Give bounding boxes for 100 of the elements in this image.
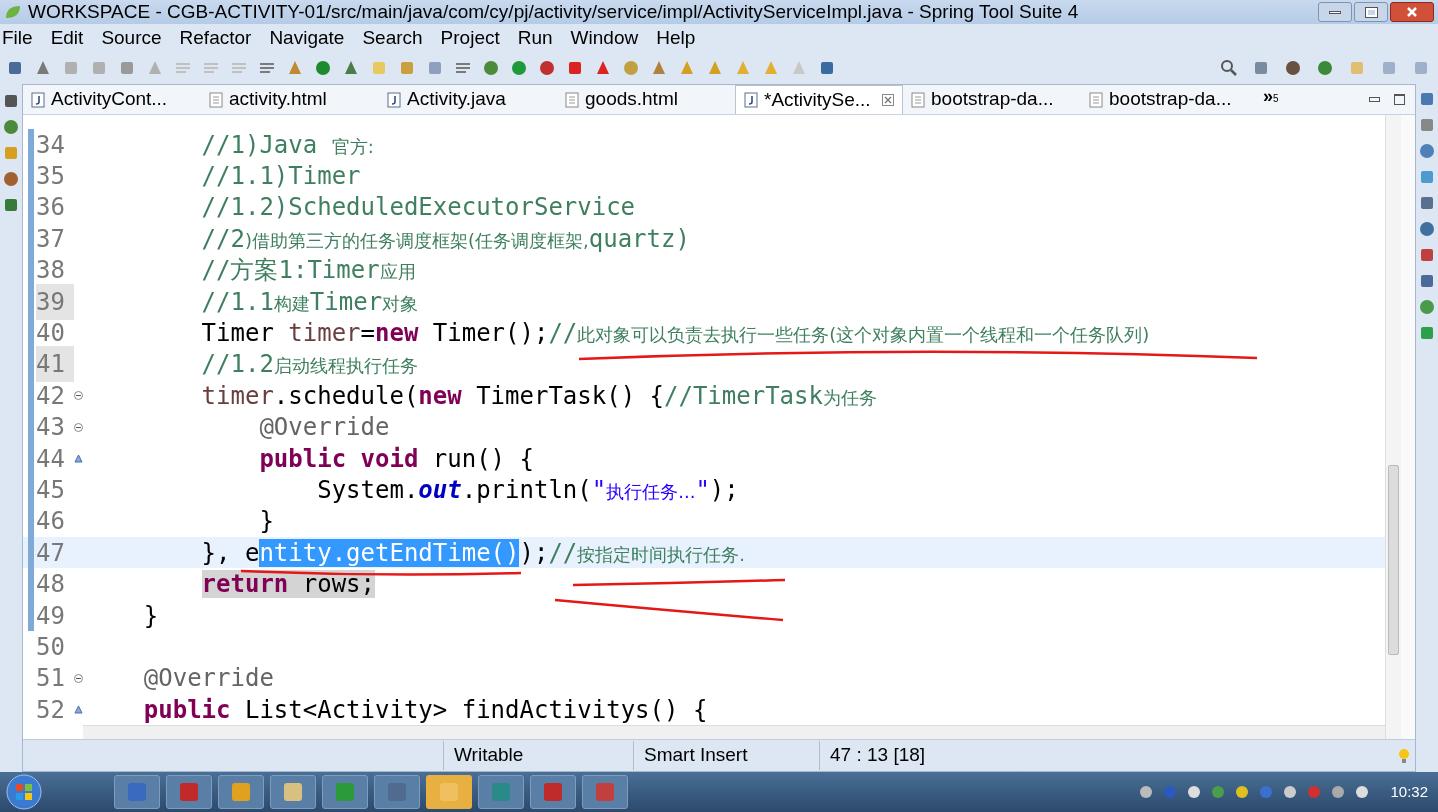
- toolbar-icon[interactable]: [1418, 194, 1436, 212]
- tray-icon[interactable]: [1330, 784, 1347, 800]
- start-button[interactable]: [4, 773, 44, 811]
- taskbar-app-button[interactable]: [530, 775, 576, 809]
- taskbar-app-button[interactable]: [114, 775, 160, 809]
- override-icon: [74, 705, 83, 715]
- taskbar-app-button[interactable]: [322, 775, 368, 809]
- tray-icon[interactable]: [1234, 784, 1251, 800]
- toolbar-icon[interactable]: [1418, 298, 1436, 316]
- toolbar-icon[interactable]: [34, 59, 52, 77]
- code-line: public List<Activity> findActivitys() {: [142, 694, 708, 726]
- close-button[interactable]: [1390, 2, 1434, 22]
- toolbar-icon[interactable]: [1418, 142, 1436, 160]
- file-icon: [911, 91, 925, 108]
- tray-icon[interactable]: [1186, 784, 1203, 800]
- toolbar-icon[interactable]: [1418, 246, 1436, 264]
- toolbar-icon[interactable]: [2, 92, 20, 110]
- taskbar-app-button[interactable]: [166, 775, 212, 809]
- editor-tab[interactable]: activity.html: [201, 85, 379, 114]
- maximize-icon[interactable]: [1394, 94, 1405, 105]
- restore-button[interactable]: [1354, 2, 1388, 22]
- toolbar-icon[interactable]: [594, 59, 612, 77]
- toolbar-icon[interactable]: [1418, 324, 1436, 342]
- line-number: 45: [36, 475, 66, 506]
- toolbar-icon[interactable]: [482, 59, 500, 77]
- line-number: 35: [36, 161, 66, 193]
- taskbar-app-button[interactable]: [478, 775, 524, 809]
- search-icon[interactable]: [1220, 59, 1238, 77]
- taskbar-app-button[interactable]: [374, 775, 420, 809]
- line-number: 44: [36, 443, 66, 475]
- toolbar-icon[interactable]: [818, 59, 836, 77]
- taskbar-app-button[interactable]: [582, 775, 628, 809]
- toolbar-icon[interactable]: [2, 170, 20, 188]
- line-number: 52: [36, 694, 66, 726]
- code-line: //2)借助第三方的任务调度框架(任务调度框架,quartz): [200, 223, 690, 255]
- code-line: @Override: [142, 663, 274, 695]
- toolbar-icon[interactable]: [1418, 168, 1436, 186]
- fold-icon[interactable]: [74, 391, 83, 401]
- line-number: 36: [36, 192, 66, 224]
- fold-icon[interactable]: [74, 673, 83, 683]
- editor-tab[interactable]: ActivityCont...: [23, 85, 201, 114]
- menu-item[interactable]: Project: [440, 23, 500, 53]
- editor-tab[interactable]: goods.html: [557, 85, 735, 114]
- taskbar-app-button[interactable]: [270, 775, 316, 809]
- minimize-button[interactable]: [1318, 2, 1352, 22]
- menu-item[interactable]: Search: [362, 23, 423, 53]
- file-icon: [209, 91, 223, 108]
- toolbar-icon[interactable]: [1316, 59, 1334, 77]
- toolbar-icon[interactable]: [342, 59, 360, 77]
- toolbar-icon[interactable]: [1418, 116, 1436, 134]
- toolbar-icon[interactable]: [1252, 59, 1270, 77]
- more-tabs-button[interactable]: »5: [1263, 87, 1279, 114]
- menu-item[interactable]: Source: [101, 23, 162, 53]
- code-line: //1.2)ScheduledExecutorService: [200, 192, 636, 224]
- menu-item[interactable]: Help: [656, 23, 696, 53]
- toolbar-icon[interactable]: [314, 59, 332, 77]
- line-number: 37: [36, 223, 66, 255]
- toolbar-icon[interactable]: [1284, 59, 1302, 77]
- code-line: //1.1构建Timer对象: [200, 286, 419, 318]
- override-icon: [74, 454, 83, 464]
- status-cursor-position: 47 : 13 [18]: [819, 741, 1005, 770]
- toolbar-icon[interactable]: [1418, 220, 1436, 238]
- tray-icon[interactable]: [1210, 784, 1227, 800]
- editor-tab[interactable]: *ActivitySe...: [735, 85, 903, 114]
- menu-item[interactable]: Navigate: [269, 23, 345, 53]
- java-file-icon: [31, 91, 45, 108]
- java-file-icon: [744, 92, 758, 108]
- menu-item[interactable]: Edit: [50, 23, 84, 53]
- line-number: 49: [36, 600, 66, 632]
- menu-item[interactable]: Window: [570, 23, 639, 53]
- toolbar-icon[interactable]: [1418, 272, 1436, 290]
- close-icon[interactable]: [882, 94, 894, 106]
- tray-icon[interactable]: [1282, 784, 1299, 800]
- code-line: //方案1:Timer应用: [200, 255, 416, 287]
- toolbar-icon[interactable]: [538, 59, 556, 77]
- toolbar-icon[interactable]: [6, 59, 24, 77]
- editor-tab[interactable]: bootstrap-da...: [1081, 85, 1259, 114]
- java-file-icon: [387, 91, 401, 108]
- editor-tab[interactable]: Activity.java: [379, 85, 557, 114]
- taskbar-app-button[interactable]: [218, 775, 264, 809]
- toolbar-icon[interactable]: [2, 118, 20, 136]
- line-number: 47: [36, 537, 66, 569]
- toolbar-icon[interactable]: [566, 59, 584, 77]
- file-icon: [1089, 91, 1103, 108]
- tray-icon[interactable]: [1354, 784, 1371, 800]
- toolbar-icon[interactable]: [2, 196, 20, 214]
- editor-tab[interactable]: bootstrap-da...: [903, 85, 1081, 114]
- minimize-icon[interactable]: [1369, 97, 1380, 102]
- menu-item[interactable]: Run: [517, 23, 553, 53]
- status-insert-mode: Smart Insert: [633, 741, 819, 770]
- window-title: WORKSPACE - CGB-ACTIVITY-01/src/main/java/com/cy/pj/activity/service/impl/ActivityServiceImpl.java - Spring Tool Suite 4: [28, 0, 1079, 24]
- toolbar-icon[interactable]: [650, 59, 668, 77]
- line-number: 39: [36, 283, 74, 320]
- code-line: //1.2启动线程执行任务: [200, 349, 418, 381]
- tray-icon[interactable]: [1138, 784, 1155, 800]
- menu-item[interactable]: Refactor: [179, 23, 252, 53]
- menu-item[interactable]: File: [2, 23, 33, 53]
- toolbar-icon[interactable]: [1418, 90, 1436, 108]
- fold-icon[interactable]: [74, 422, 83, 432]
- toolbar-icon[interactable]: [510, 59, 528, 77]
